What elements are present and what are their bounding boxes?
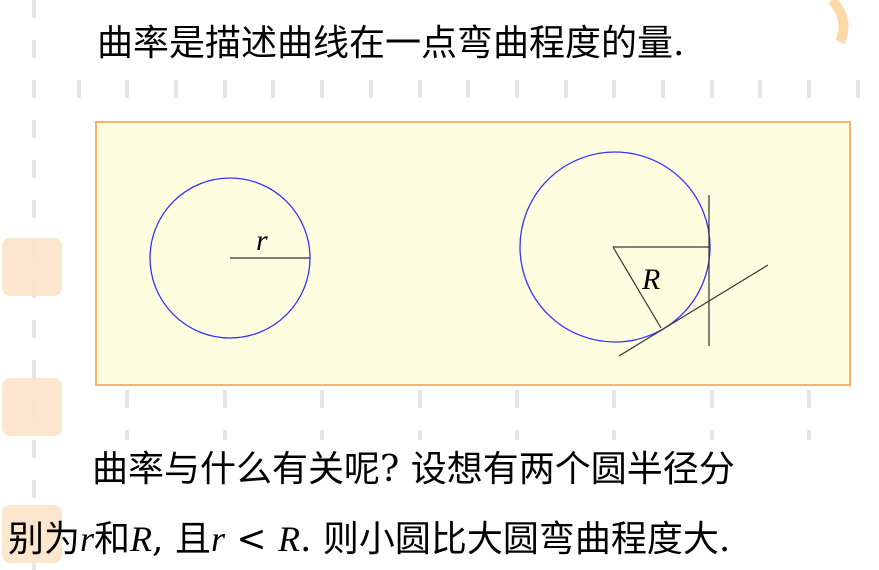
body-line-1: 曲率与什么有关呢? 设想有两个圆半径分 xyxy=(92,449,735,490)
text: 和 xyxy=(94,519,131,560)
text: < xyxy=(224,519,279,560)
large-radius-label: R xyxy=(641,263,660,296)
body-line-2: 别为r和R, 且r < R. 则小圆比大圆弯曲程度大. xyxy=(8,510,730,562)
text: , 且 xyxy=(152,519,211,560)
var-R: R xyxy=(130,519,153,559)
var-r: r xyxy=(80,519,95,559)
var-r: r xyxy=(210,519,225,559)
text: 别为 xyxy=(8,519,81,560)
small-radius-label: r xyxy=(256,224,268,257)
text: . 则小圆比大圆弯曲程度大. xyxy=(300,519,731,560)
var-R: R xyxy=(278,519,301,559)
